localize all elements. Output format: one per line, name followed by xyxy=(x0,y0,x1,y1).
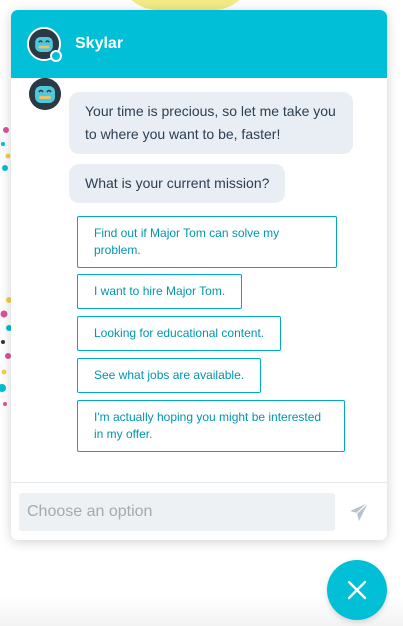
option-button[interactable]: Looking for educational content. xyxy=(77,316,282,351)
message-composer xyxy=(11,482,387,540)
bot-name: Skylar xyxy=(75,35,124,52)
background-decoration xyxy=(118,0,253,10)
bot-message: What is your current mission? xyxy=(69,164,286,203)
option-button[interactable]: I want to hire Major Tom. xyxy=(77,274,243,309)
close-icon xyxy=(347,580,367,600)
robot-avatar-icon xyxy=(27,27,62,62)
chat-header: Skylar xyxy=(11,10,387,78)
chat-close-button[interactable] xyxy=(327,560,387,620)
paper-plane-icon[interactable] xyxy=(349,502,369,522)
robot-avatar-icon xyxy=(29,78,61,110)
option-button[interactable]: I'm actually hoping you might be interes… xyxy=(77,400,345,452)
bot-message: Your time is precious, so let me take yo… xyxy=(69,92,353,154)
online-status-dot xyxy=(50,50,62,62)
message-input[interactable] xyxy=(19,493,335,531)
option-button[interactable]: See what jobs are available. xyxy=(77,358,262,393)
chat-window: Skylar Your time is precious, so let me … xyxy=(11,10,387,540)
option-button[interactable]: Find out if Major Tom can solve my probl… xyxy=(77,216,337,268)
message-list: Your time is precious, so let me take yo… xyxy=(11,78,387,483)
